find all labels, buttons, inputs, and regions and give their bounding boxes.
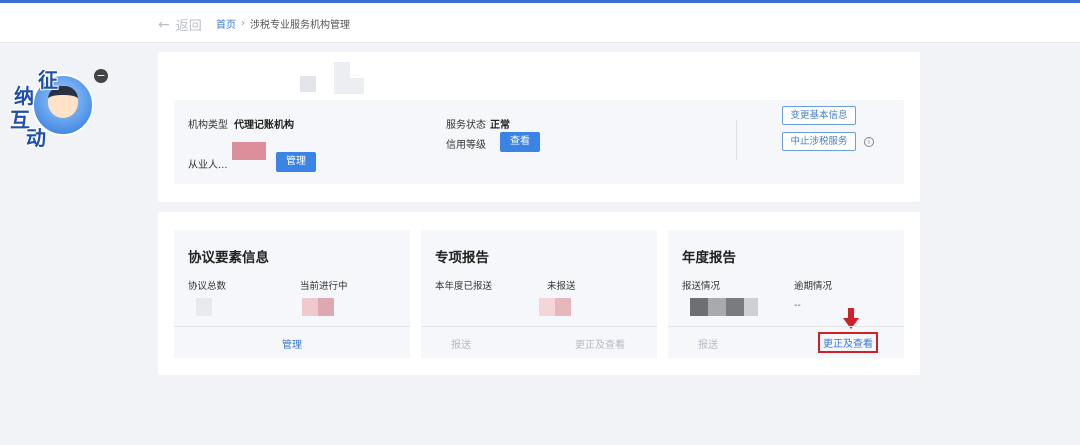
not-submitted-label: 未报送 bbox=[547, 281, 576, 292]
stop-tax-service-button[interactable]: 中止涉税服务 bbox=[782, 132, 856, 151]
breadcrumb-current: 涉税专业服务机构管理 bbox=[250, 20, 350, 31]
special-submit-link[interactable]: 报送 bbox=[451, 336, 471, 351]
panel-footer: 报送 更正及查看 bbox=[668, 326, 904, 358]
divider bbox=[736, 120, 737, 160]
org-info-panel: 机构类型 代理记账机构 从业人... 管理 服务状态 正常 信用等级 查看 变更… bbox=[174, 100, 904, 184]
org-type-label: 机构类型 bbox=[188, 120, 228, 131]
panel-footer: 管理 bbox=[174, 326, 410, 358]
overdue-status-label: 逾期情况 bbox=[794, 281, 833, 292]
info-icon[interactable]: i bbox=[864, 137, 874, 147]
agreement-ongoing-label: 当前进行中 bbox=[300, 281, 348, 292]
special-report-panel: 专项报告 本年度已报送 未报送 报送 更正及查看 bbox=[421, 230, 657, 358]
agreement-total-redacted bbox=[196, 298, 212, 316]
agreement-ongoing-redacted bbox=[302, 298, 318, 316]
agreement-ongoing-redacted bbox=[318, 298, 334, 316]
service-status-label: 服务状态 bbox=[446, 120, 486, 131]
breadcrumb-separator: › bbox=[241, 18, 245, 29]
annual-report-panel: 年度报告 报送情况 逾期情况 -- 报送 更正及查看 bbox=[668, 230, 904, 358]
org-info-card: 机构类型 代理记账机构 从业人... 管理 服务状态 正常 信用等级 查看 变更… bbox=[158, 52, 920, 202]
org-type-value: 代理记账机构 bbox=[234, 120, 294, 131]
breadcrumb-home[interactable]: 首页 bbox=[216, 16, 236, 31]
panel-title: 专项报告 bbox=[435, 250, 489, 266]
mascot-widget[interactable]: 征 纳 互 动 − bbox=[4, 60, 108, 156]
panel-title: 年度报告 bbox=[682, 250, 736, 266]
submission-status-redacted bbox=[708, 298, 726, 316]
page-header: ← 返回 首页 › 涉税专业服务机构管理 bbox=[0, 3, 1080, 43]
back-label: 返回 bbox=[175, 19, 202, 34]
panel-title: 协议要素信息 bbox=[188, 250, 269, 266]
submission-status-redacted bbox=[744, 298, 758, 316]
mascot-char: 征 bbox=[38, 68, 58, 92]
arrow-left-icon: ← bbox=[158, 16, 170, 33]
credit-level-label: 信用等级 bbox=[446, 140, 486, 151]
staff-label: 从业人... bbox=[188, 160, 228, 171]
reports-card: 协议要素信息 协议总数 当前进行中 管理 专项报告 本年度已报送 未报送 报送 … bbox=[158, 212, 920, 375]
staff-count-redacted bbox=[232, 142, 266, 160]
service-status-value: 正常 bbox=[490, 120, 510, 131]
submitted-this-year-label: 本年度已报送 bbox=[435, 281, 493, 292]
annual-correct-view-link[interactable]: 更正及查看 bbox=[818, 332, 878, 353]
submission-status-redacted bbox=[726, 298, 744, 316]
change-basic-info-button[interactable]: 变更基本信息 bbox=[782, 106, 856, 125]
overdue-status-value: -- bbox=[794, 300, 801, 311]
credit-view-button[interactable]: 查看 bbox=[500, 132, 540, 152]
submission-status-redacted bbox=[690, 298, 708, 316]
not-submitted-redacted bbox=[555, 298, 571, 316]
agreement-manage-link[interactable]: 管理 bbox=[282, 336, 302, 351]
breadcrumb: 首页 › 涉税专业服务机构管理 bbox=[216, 16, 350, 31]
submission-status-label: 报送情况 bbox=[682, 281, 721, 292]
agreement-total-label: 协议总数 bbox=[188, 281, 227, 292]
org-name-redacted bbox=[300, 76, 316, 92]
special-correct-view-link[interactable]: 更正及查看 bbox=[575, 336, 625, 351]
mascot-close-icon[interactable]: − bbox=[94, 69, 108, 83]
panel-footer: 报送 更正及查看 bbox=[421, 326, 657, 358]
mascot-char: 动 bbox=[26, 126, 46, 150]
not-submitted-redacted bbox=[539, 298, 555, 316]
back-button[interactable]: ← 返回 bbox=[158, 15, 202, 35]
agreement-panel: 协议要素信息 协议总数 当前进行中 管理 bbox=[174, 230, 410, 358]
staff-manage-button[interactable]: 管理 bbox=[276, 152, 316, 172]
annual-submit-link[interactable]: 报送 bbox=[698, 336, 718, 351]
org-name-redacted bbox=[350, 78, 364, 94]
org-name-redacted bbox=[334, 62, 350, 94]
